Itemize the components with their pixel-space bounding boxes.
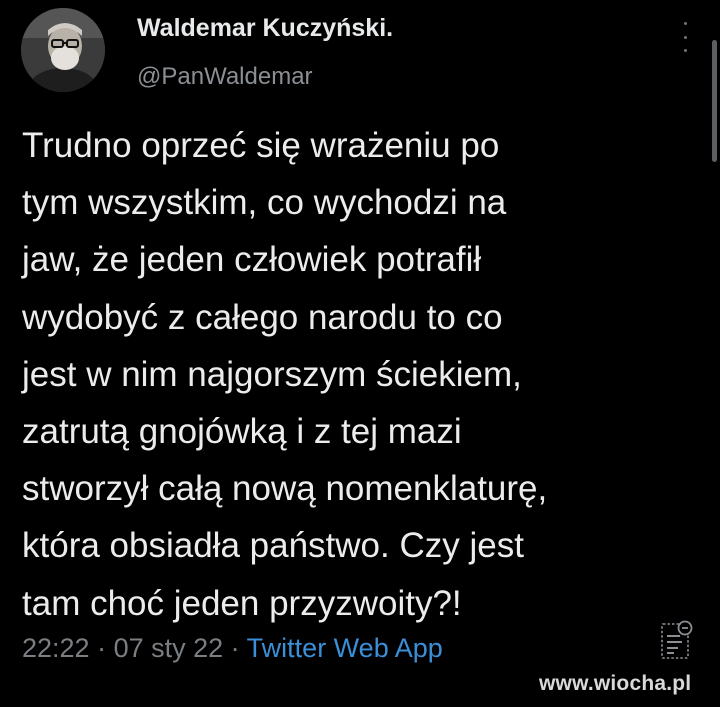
tweet-text-line: zatrutą gnojówką i z tej mazi [22, 412, 462, 452]
tweet-text-line: wydobyć z całego narodu to co [22, 297, 503, 337]
tweet-metadata: 22:22 · 07 sty 22 · Twitter Web App [22, 633, 443, 664]
tweet-date[interactable]: 07 sty 22 [114, 633, 224, 663]
avatar[interactable] [21, 8, 105, 92]
meta-separator: · [223, 633, 247, 663]
tweet-text-line: tam choć jeden przyzwoity?! [22, 583, 462, 623]
meta-separator: · [89, 633, 114, 663]
tweet-text: Trudno oprzeć się wrażeniu po tym wszyst… [22, 117, 702, 632]
watermark: www.wiocha.pl [539, 672, 692, 695]
display-name[interactable]: Waldemar Kuczyński. [137, 14, 393, 43]
user-handle[interactable]: @PanWaldemar [137, 63, 313, 91]
tweet-text-line: która obsiadła państwo. Czy jest [22, 526, 524, 566]
tweet-analytics-icon[interactable] [660, 620, 694, 662]
tweet-text-line: Trudno oprzeć się wrażeniu po [22, 126, 500, 165]
more-vertical-icon[interactable] [675, 22, 695, 52]
tweet-text-line: jaw, że jeden człowiek potrafił [22, 240, 482, 280]
scrollbar[interactable] [712, 40, 717, 162]
tweet-text-line: jest w nim najgorszym ściekiem, [22, 354, 522, 394]
tweet-time[interactable]: 22:22 [22, 633, 90, 663]
tweet-text-line: stworzył całą nową nomenklaturę, [22, 469, 548, 509]
tweet-text-line: tym wszystkim, co wychodzi na [22, 183, 507, 223]
tweet-source-link[interactable]: Twitter Web App [247, 633, 443, 663]
